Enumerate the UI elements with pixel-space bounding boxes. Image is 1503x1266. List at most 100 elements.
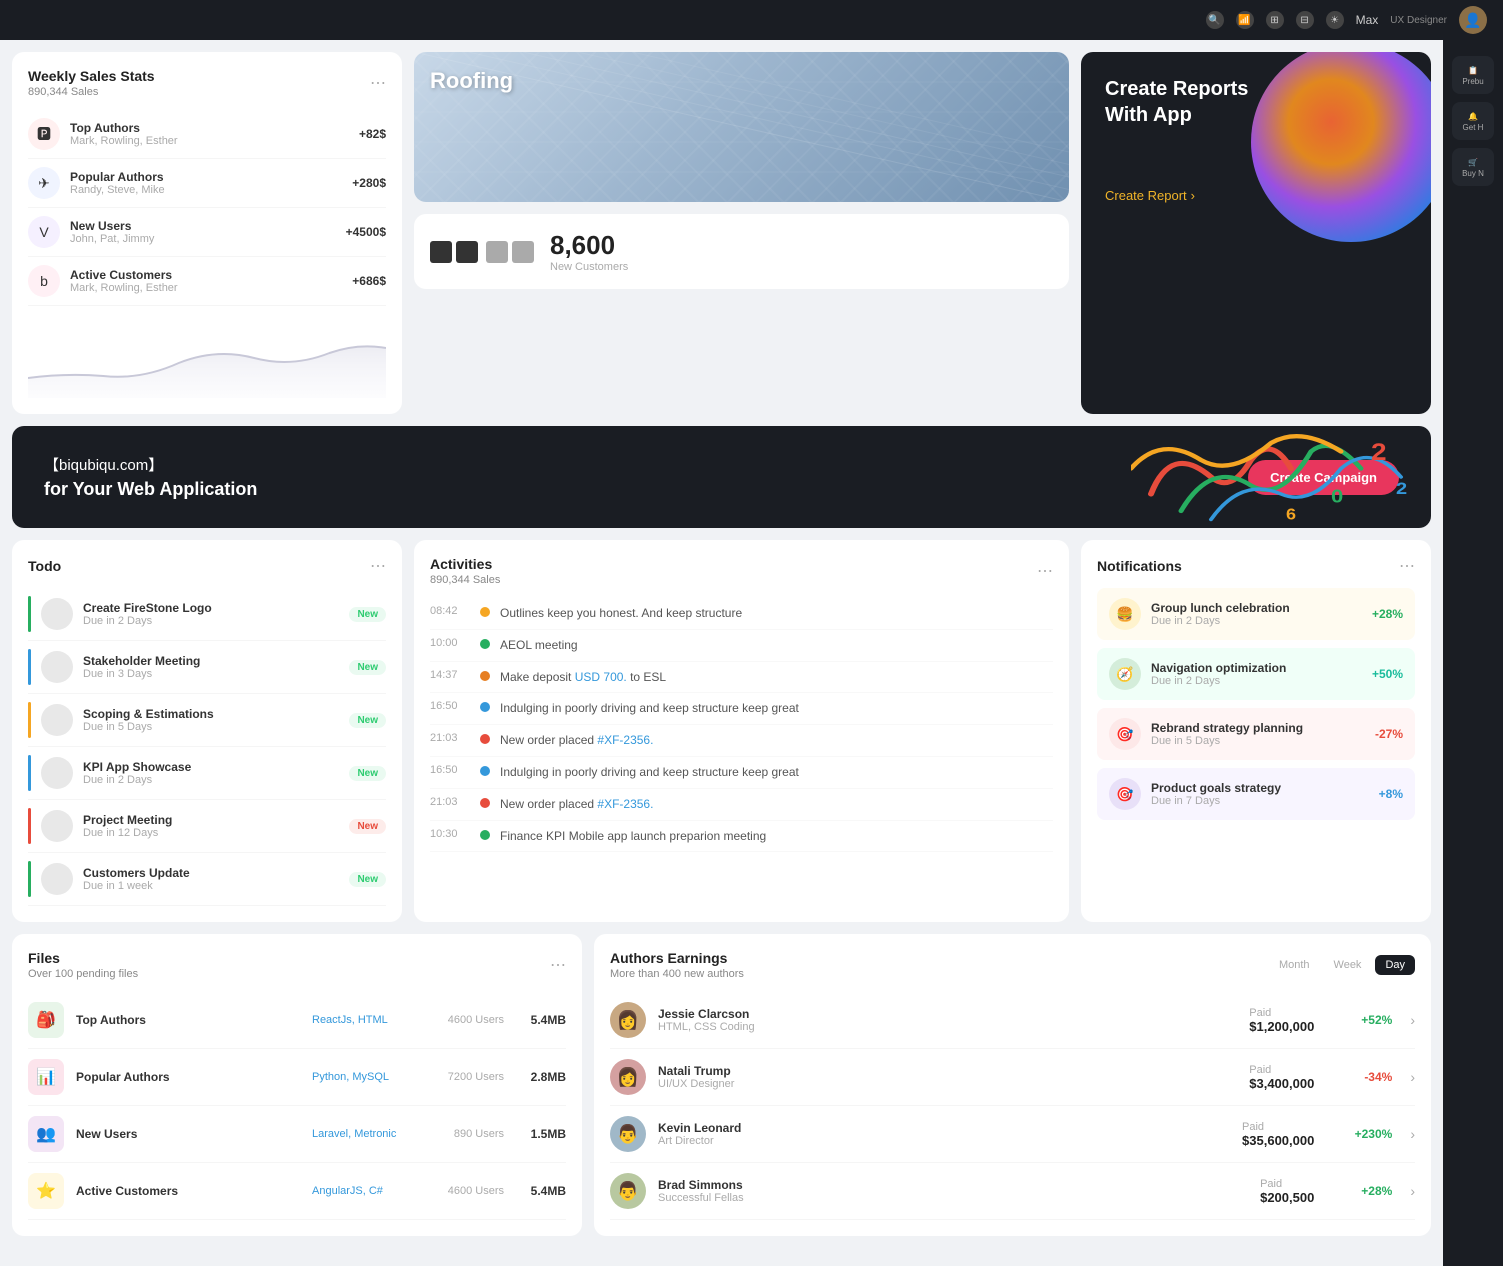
tab-week[interactable]: Week bbox=[1324, 955, 1372, 975]
chevron-right-icon[interactable]: › bbox=[1410, 1183, 1415, 1199]
notifications-menu[interactable]: ⋯ bbox=[1399, 556, 1415, 576]
notification-item[interactable]: 🎯 Product goals strategy Due in 7 Days +… bbox=[1097, 768, 1415, 820]
todo-item-due: Due in 2 Days bbox=[83, 615, 339, 627]
notification-item[interactable]: 🎯 Rebrand strategy planning Due in 5 Day… bbox=[1097, 708, 1415, 760]
user-info[interactable]: Max UX Designer bbox=[1356, 13, 1447, 27]
notif-info: Navigation optimization Due in 2 Days bbox=[1151, 661, 1362, 687]
todo-color-indicator bbox=[28, 702, 31, 738]
nc-icon-light bbox=[486, 241, 508, 263]
notif-icon: 🍔 bbox=[1109, 598, 1141, 630]
stat-new-users: V New Users John, Pat, Jimmy +4500$ bbox=[28, 208, 386, 257]
chevron-right-icon[interactable]: › bbox=[1410, 1126, 1415, 1142]
todo-item-due: Due in 1 week bbox=[83, 880, 339, 892]
sidebar-right-item-geth[interactable]: 🔔 Get H bbox=[1452, 102, 1494, 140]
sidebar-right-icon: 🛒 bbox=[1456, 158, 1490, 167]
file-users: 7200 Users bbox=[424, 1071, 504, 1083]
notif-pct: +28% bbox=[1372, 607, 1403, 621]
search-icon[interactable]: 🔍 bbox=[1206, 11, 1224, 29]
avatar[interactable]: 👤 bbox=[1459, 6, 1487, 34]
activities-menu[interactable]: ⋯ bbox=[1037, 561, 1053, 581]
activity-item: 21:03 New order placed #XF-2356. bbox=[430, 725, 1053, 757]
sidebar-right-icon: 🔔 bbox=[1456, 112, 1490, 121]
todo-badge: New bbox=[349, 660, 386, 675]
todo-color-indicator bbox=[28, 861, 31, 897]
campaign-subtitle: for Your Web Application bbox=[44, 479, 1224, 500]
earnings-info: Natali Trump UI/UX Designer bbox=[658, 1064, 1237, 1090]
brightness-icon[interactable]: ☀ bbox=[1326, 11, 1344, 29]
notification-item[interactable]: 🍔 Group lunch celebration Due in 2 Days … bbox=[1097, 588, 1415, 640]
stat-users: Mark, Rowling, Esther bbox=[70, 282, 342, 294]
notif-info: Product goals strategy Due in 7 Days bbox=[1151, 781, 1369, 807]
activity-time: 16:50 bbox=[430, 764, 470, 776]
files-card: Files Over 100 pending files ⋯ 🎒 Top Aut… bbox=[12, 934, 582, 1236]
activity-item: 21:03 New order placed #XF-2356. bbox=[430, 789, 1053, 821]
chevron-right-icon[interactable]: › bbox=[1410, 1012, 1415, 1028]
sidebar-right-item-prebu[interactable]: 📋 Prebu bbox=[1452, 56, 1494, 94]
earnings-pct: +230% bbox=[1342, 1127, 1392, 1141]
earnings-avatar: 👨 bbox=[610, 1116, 646, 1152]
todo-item-title: Project Meeting bbox=[83, 813, 339, 827]
todo-badge: New bbox=[349, 607, 386, 622]
earnings-subtitle: More than 400 new authors bbox=[610, 968, 1269, 980]
activity-time: 10:30 bbox=[430, 828, 470, 840]
stats-list: 🅿 Top Authors Mark, Rowling, Esther +82$… bbox=[28, 110, 386, 306]
new-customers-count: 8,600 bbox=[550, 230, 628, 261]
files-menu[interactable]: ⋯ bbox=[550, 955, 566, 975]
activity-text: Indulging in poorly driving and keep str… bbox=[500, 764, 799, 781]
earnings-name: Jessie Clarcson bbox=[658, 1007, 1237, 1021]
activity-link[interactable]: #XF-2356. bbox=[597, 733, 653, 747]
activity-time: 21:03 bbox=[430, 732, 470, 744]
chevron-right-icon[interactable]: › bbox=[1410, 1069, 1415, 1085]
sidebar-right-item-buyn[interactable]: 🛒 Buy N bbox=[1452, 148, 1494, 186]
todo-item-title: KPI App Showcase bbox=[83, 760, 339, 774]
stat-value: +82$ bbox=[359, 127, 386, 141]
earnings-paid-label: Paid bbox=[1249, 1007, 1314, 1019]
row-bottom: Files Over 100 pending files ⋯ 🎒 Top Aut… bbox=[12, 934, 1431, 1236]
todo-badge: New bbox=[349, 766, 386, 781]
notification-item[interactable]: 🧭 Navigation optimization Due in 2 Days … bbox=[1097, 648, 1415, 700]
todo-item-title: Scoping & Estimations bbox=[83, 707, 339, 721]
earnings-avatar: 👩 bbox=[610, 1002, 646, 1038]
campaign-brand: 【biqubiqu.com】 bbox=[44, 454, 1224, 475]
grid-icon[interactable]: ⊞ bbox=[1266, 11, 1284, 29]
earnings-amount: $1,200,000 bbox=[1249, 1019, 1314, 1034]
notifications-card: Notifications ⋯ 🍔 Group lunch celebratio… bbox=[1081, 540, 1431, 922]
todo-avatar bbox=[41, 651, 73, 683]
tab-month[interactable]: Month bbox=[1269, 955, 1320, 975]
earnings-paid-label: Paid bbox=[1249, 1064, 1314, 1076]
campaign-decoration: 2 0 2 6 bbox=[1131, 426, 1431, 528]
file-icon: 📊 bbox=[28, 1059, 64, 1095]
notif-info: Group lunch celebration Due in 2 Days bbox=[1151, 601, 1362, 627]
file-tech: ReactJs, HTML bbox=[312, 1014, 412, 1026]
earnings-paid-label: Paid bbox=[1242, 1121, 1314, 1133]
todo-item-title: Stakeholder Meeting bbox=[83, 654, 339, 668]
earnings-role: UI/UX Designer bbox=[658, 1078, 1237, 1090]
activity-text: New order placed #XF-2356. bbox=[500, 732, 653, 749]
activity-dot bbox=[480, 734, 490, 744]
todo-item: Scoping & Estimations Due in 5 Days New bbox=[28, 694, 386, 747]
sidebar-right-label: Get H bbox=[1456, 123, 1490, 132]
notif-title: Navigation optimization bbox=[1151, 661, 1362, 675]
stat-name: Popular Authors bbox=[70, 170, 342, 184]
todo-menu[interactable]: ⋯ bbox=[370, 556, 386, 576]
earnings-amount: $3,400,000 bbox=[1249, 1076, 1314, 1091]
layout-icon[interactable]: ⊟ bbox=[1296, 11, 1314, 29]
file-item: 👥 New Users Laravel, Metronic 890 Users … bbox=[28, 1106, 566, 1163]
activity-link[interactable]: #XF-2356. bbox=[597, 797, 653, 811]
popular-authors-icon: ✈ bbox=[28, 167, 60, 199]
todo-color-indicator bbox=[28, 649, 31, 685]
earnings-name: Brad Simmons bbox=[658, 1178, 1248, 1192]
notif-due: Due in 2 Days bbox=[1151, 675, 1362, 687]
svg-text:2: 2 bbox=[1396, 478, 1407, 497]
active-customers-icon: b bbox=[28, 265, 60, 297]
activity-link[interactable]: USD 700. bbox=[575, 670, 627, 684]
file-item: 📊 Popular Authors Python, MySQL 7200 Use… bbox=[28, 1049, 566, 1106]
earnings-info: Jessie Clarcson HTML, CSS Coding bbox=[658, 1007, 1237, 1033]
tab-day[interactable]: Day bbox=[1375, 955, 1415, 975]
weekly-stats-menu[interactable]: ⋯ bbox=[370, 73, 386, 93]
stat-value: +4500$ bbox=[346, 225, 386, 239]
notif-pct: -27% bbox=[1375, 727, 1403, 741]
files-subtitle: Over 100 pending files bbox=[28, 968, 138, 980]
file-item: 🎒 Top Authors ReactJs, HTML 4600 Users 5… bbox=[28, 992, 566, 1049]
new-customers-card: 8,600 New Customers bbox=[414, 214, 1069, 289]
